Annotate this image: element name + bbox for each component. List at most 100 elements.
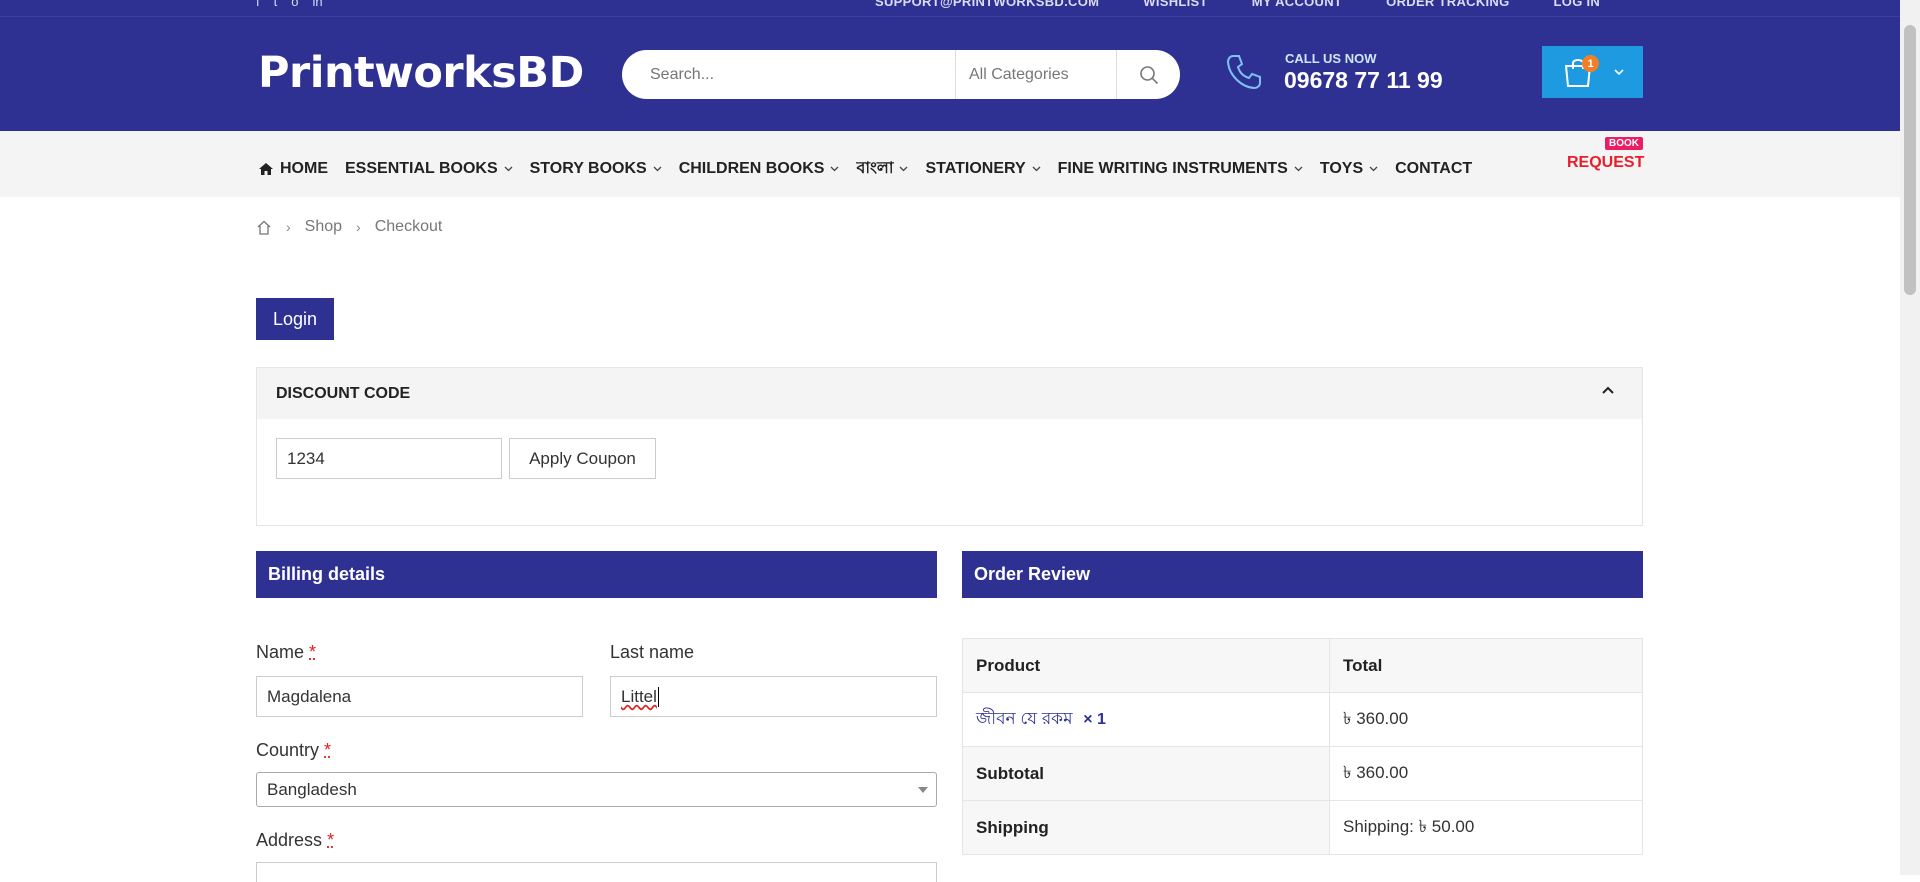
table-row: জীবন যে রকম × 1 ৳ 360.00 (963, 693, 1643, 747)
cart-button[interactable]: 1 (1542, 46, 1643, 98)
social-links: f t o in (256, 0, 323, 9)
product-cell: জীবন যে রকম × 1 (963, 693, 1330, 747)
scrollbar-thumb[interactable] (1904, 25, 1916, 295)
twitter-icon[interactable]: t (274, 0, 278, 9)
cart-count-badge: 1 (1582, 55, 1599, 72)
nav-item-children-books[interactable]: CHILDREN BOOKS (679, 160, 840, 178)
nav-home-label: HOME (280, 160, 328, 178)
chevron-down-icon (1614, 68, 1624, 76)
book-request-link[interactable]: BOOK REQUEST (1567, 154, 1643, 172)
nav-items: HOME ESSENTIAL BOOKS STORY BOOKS CHILDRE… (258, 155, 1489, 182)
search-bar: All Categories (622, 50, 1180, 99)
country-label: Country * (256, 740, 331, 761)
product-quantity: × 1 (1083, 711, 1106, 728)
chevron-right-icon: › (286, 219, 291, 235)
subtotal-label: Subtotal (963, 747, 1330, 801)
country-select[interactable]: Bangladesh (256, 772, 937, 807)
search-button[interactable] (1116, 50, 1181, 99)
apply-coupon-button[interactable]: Apply Coupon (509, 438, 656, 479)
nav-item-bangla[interactable]: বাংলা (856, 155, 908, 182)
chevron-down-icon (653, 166, 662, 172)
top-links: SUPPORT@PRINTWORKSBD.COM WISHLIST MY ACC… (875, 0, 1600, 9)
nav-item-label: STORY BOOKS (530, 160, 647, 178)
address-label: Address * (256, 830, 334, 851)
nav-item-label: STATIONERY (925, 160, 1025, 178)
table-header-row: Product Total (963, 639, 1643, 693)
breadcrumb-checkout: Checkout (375, 218, 443, 236)
shipping-value: Shipping: ৳ 50.00 (1330, 801, 1643, 855)
call-us-label: CALL US NOW (1285, 51, 1376, 66)
discount-panel: DISCOUNT CODE Apply Coupon (256, 367, 1643, 526)
discount-header[interactable]: DISCOUNT CODE (257, 368, 1642, 419)
nav-item-fine-writing[interactable]: FINE WRITING INSTRUMENTS (1058, 160, 1303, 178)
search-input[interactable] (648, 65, 942, 85)
search-icon (1139, 65, 1159, 85)
total-column-header: Total (1330, 639, 1643, 693)
chevron-up-icon[interactable] (1602, 386, 1614, 394)
chevron-right-icon: › (356, 219, 361, 235)
nav-item-contact[interactable]: CONTACT (1395, 160, 1472, 178)
chevron-down-icon (830, 166, 839, 172)
billing-header: Billing details (256, 551, 937, 598)
table-row: Subtotal ৳ 360.00 (963, 747, 1643, 801)
chevron-down-icon (1369, 166, 1378, 172)
required-mark: * (327, 830, 334, 850)
last-name-input[interactable]: Littel (610, 676, 937, 717)
required-mark: * (324, 740, 331, 760)
nav-item-label: FINE WRITING INSTRUMENTS (1058, 160, 1288, 178)
nav-item-essential-books[interactable]: ESSENTIAL BOOKS (345, 160, 513, 178)
discount-title: DISCOUNT CODE (276, 385, 410, 403)
nav-item-toys[interactable]: TOYS (1320, 160, 1378, 178)
chevron-down-icon (504, 166, 513, 172)
home-icon (258, 162, 274, 176)
nav-item-stationery[interactable]: STATIONERY (925, 160, 1040, 178)
login-button[interactable]: Login (256, 298, 334, 340)
nav-item-story-books[interactable]: STORY BOOKS (530, 160, 662, 178)
top-strip: f t o in SUPPORT@PRINTWORKSBD.COM WISHLI… (0, 0, 1900, 17)
product-total: ৳ 360.00 (1330, 693, 1643, 747)
text-cursor (658, 687, 659, 707)
nav-item-label: CHILDREN BOOKS (679, 160, 825, 178)
wishlist-link[interactable]: WISHLIST (1143, 0, 1208, 9)
country-value: Bangladesh (267, 780, 357, 800)
breadcrumb-shop[interactable]: Shop (305, 218, 342, 236)
site-logo[interactable]: PrintworksBD (258, 48, 584, 98)
site-header: f t o in SUPPORT@PRINTWORKSBD.COM WISHLI… (0, 0, 1900, 131)
home-outline-icon[interactable] (256, 220, 272, 235)
first-name-input[interactable]: Magdalena (256, 676, 583, 717)
chevron-down-icon (1032, 166, 1041, 172)
product-link[interactable]: জীবন যে রকম (976, 709, 1073, 728)
name-label-text: Name (256, 642, 304, 662)
subtotal-value: ৳ 360.00 (1330, 747, 1643, 801)
address-label-text: Address (256, 830, 322, 850)
order-review-table: Product Total জীবন যে রকম × 1 ৳ 360.00 S… (962, 638, 1643, 855)
instagram-icon[interactable]: o (291, 0, 298, 9)
page-scrollbar[interactable] (1900, 0, 1920, 875)
log-in-link[interactable]: LOG IN (1554, 0, 1601, 9)
order-tracking-link[interactable]: ORDER TRACKING (1386, 0, 1509, 9)
phone-number[interactable]: 09678 77 11 99 (1284, 67, 1443, 94)
first-name-value: Magdalena (267, 687, 351, 707)
nav-item-label: TOYS (1320, 160, 1363, 178)
country-label-text: Country (256, 740, 319, 760)
phone-icon (1224, 52, 1264, 92)
address-input[interactable] (256, 862, 937, 882)
product-column-header: Product (963, 639, 1330, 693)
request-label: REQUEST (1567, 154, 1643, 172)
facebook-icon[interactable]: f (256, 0, 260, 9)
nav-item-label: বাংলা (856, 155, 893, 182)
category-select[interactable]: All Categories (955, 50, 1115, 99)
nav-contact-label: CONTACT (1395, 160, 1472, 178)
required-mark: * (309, 642, 316, 662)
support-email-link[interactable]: SUPPORT@PRINTWORKSBD.COM (875, 0, 1099, 9)
my-account-link[interactable]: MY ACCOUNT (1252, 0, 1342, 9)
linkedin-icon[interactable]: in (312, 0, 322, 9)
table-row: Shipping Shipping: ৳ 50.00 (963, 801, 1643, 855)
book-tag: BOOK (1605, 137, 1643, 150)
nav-item-home[interactable]: HOME (258, 160, 328, 178)
name-label: Name * (256, 642, 316, 663)
coupon-code-input[interactable] (276, 438, 502, 479)
nav-item-label: ESSENTIAL BOOKS (345, 160, 498, 178)
shipping-label: Shipping (963, 801, 1330, 855)
order-review-header: Order Review (962, 551, 1643, 598)
